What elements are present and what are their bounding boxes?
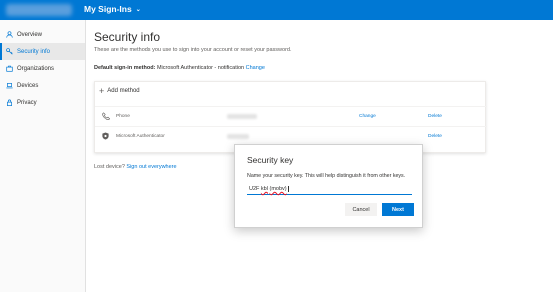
briefcase-icon [4, 65, 14, 72]
method-row-authenticator: Microsoft Authenticator Delete [95, 126, 487, 146]
lost-device-text: Lost device? [94, 164, 125, 170]
input-value-prefix: U2F [249, 186, 260, 192]
person-icon [4, 31, 14, 38]
default-method-value: Microsoft Authenticator - notification [156, 65, 245, 71]
input-value-word: (mobv) [269, 186, 287, 192]
cancel-button[interactable]: Cancel [345, 203, 377, 216]
text-caret [287, 186, 289, 192]
sidebar: Overview Security info Organizations Dev… [0, 20, 86, 292]
page-title: Security info [94, 30, 161, 44]
sidebar-item-privacy[interactable]: Privacy [0, 94, 85, 111]
sidebar-item-devices[interactable]: Devices [0, 77, 85, 94]
phone-icon [102, 111, 111, 122]
default-sign-in-method: Default sign-in method: Microsoft Authen… [94, 65, 265, 71]
add-method-label: Add method [107, 88, 140, 94]
method-name: Microsoft Authenticator [116, 134, 165, 139]
sidebar-item-security-info[interactable]: Security info [0, 43, 85, 60]
plus-icon: + [99, 86, 105, 96]
sidebar-item-label: Overview [17, 31, 43, 38]
top-bar: My Sign-Ins ⌄ [0, 0, 553, 20]
add-method-button[interactable]: + Add method [99, 86, 140, 96]
sidebar-item-label: Organizations [17, 65, 55, 72]
delete-phone-link[interactable]: Delete [428, 114, 442, 119]
app-title-menu[interactable]: My Sign-Ins ⌄ [84, 4, 141, 14]
app-title: My Sign-Ins [84, 4, 132, 14]
page-subtitle: These are the methods you use to sign in… [94, 47, 292, 53]
next-button[interactable]: Next [382, 203, 414, 216]
chevron-down-icon: ⌄ [135, 6, 141, 13]
sidebar-item-overview[interactable]: Overview [0, 26, 85, 43]
sidebar-item-label: Devices [17, 82, 39, 89]
delete-authenticator-link[interactable]: Delete [428, 134, 442, 139]
method-row-phone: Phone Change Delete [95, 106, 487, 126]
method-name: Phone [116, 114, 130, 119]
authenticator-icon [102, 132, 109, 142]
sign-out-everywhere-link[interactable]: Sign out everywhere [126, 164, 176, 170]
security-key-name-input[interactable]: U2F kbl (mobv) [247, 184, 412, 195]
security-key-dialog: Security key Name your security key. Thi… [234, 144, 423, 228]
methods-card: + Add method Phone Change Delete Microso… [94, 81, 487, 153]
key-icon [4, 48, 14, 55]
dialog-instructions: Name your security key. This will help d… [247, 173, 406, 179]
method-detail-redacted [227, 114, 257, 119]
lost-device-line: Lost device? Sign out everywhere [94, 164, 177, 170]
sidebar-item-organizations[interactable]: Organizations [0, 60, 85, 77]
default-method-label: Default sign-in method: [94, 65, 156, 71]
sidebar-item-label: Privacy [17, 99, 37, 106]
organization-name-redacted [6, 4, 72, 16]
sidebar-item-label: Security info [17, 48, 51, 55]
method-detail-redacted [227, 134, 249, 139]
input-value-word: kbl [260, 186, 268, 192]
change-phone-link[interactable]: Change [359, 114, 376, 119]
lock-icon [4, 99, 14, 106]
change-default-link[interactable]: Change [246, 65, 265, 71]
dialog-title: Security key [247, 155, 294, 165]
laptop-icon [4, 82, 14, 89]
